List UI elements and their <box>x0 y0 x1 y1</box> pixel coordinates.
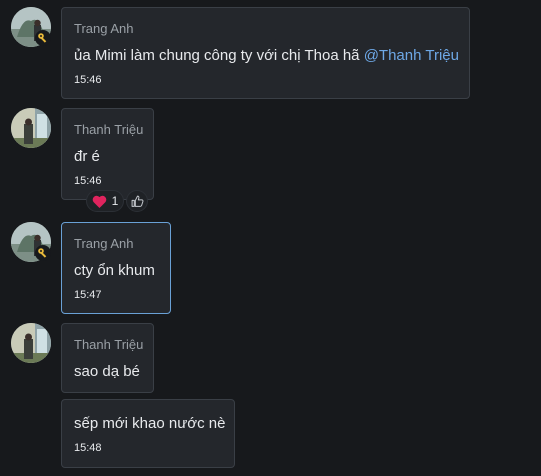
message-bubble[interactable]: sếp mới khao nước nè 15:48 <box>61 399 235 468</box>
chat-message-list: Trang Anh ủa Mimi làm chung công ty với … <box>0 0 541 476</box>
message-time: 15:46 <box>74 175 102 187</box>
avatar-thanh-trieu[interactable] <box>11 108 51 148</box>
message-bubble-selected[interactable]: Trang Anh cty ổn khum 15:47 <box>61 222 171 314</box>
sender-name[interactable]: Trang Anh <box>74 236 134 251</box>
sender-name[interactable]: Thanh Triệu <box>74 122 143 137</box>
key-badge-icon <box>35 245 51 261</box>
message-time: 15:48 <box>74 442 102 454</box>
message-text: ủa Mimi làm chung công ty với chị Thoa h… <box>74 47 459 64</box>
thumbs-up-icon <box>131 195 143 207</box>
sender-name[interactable]: Thanh Triệu <box>74 337 143 352</box>
key-badge-icon <box>35 30 51 46</box>
message-bubble[interactable]: Thanh Triệu đr é 15:46 <box>61 108 154 200</box>
reaction-count: 1 <box>111 194 119 208</box>
message-text: cty ổn khum <box>74 262 155 279</box>
mention-link[interactable]: @Thanh Triệu <box>364 47 459 64</box>
message-text: sao dạ bé <box>74 363 140 380</box>
message-text: đr é <box>74 148 100 165</box>
sender-name[interactable]: Trang Anh <box>74 21 134 36</box>
message-bubble[interactable]: Thanh Triệu sao dạ bé <box>61 323 154 393</box>
message-time: 15:46 <box>74 74 102 86</box>
reaction-heart[interactable]: 1 <box>86 190 124 212</box>
heart-icon <box>92 195 106 208</box>
add-reaction-button[interactable] <box>126 190 148 212</box>
message-bubble[interactable]: Trang Anh ủa Mimi làm chung công ty với … <box>61 7 470 99</box>
message-text: sếp mới khao nước nè <box>74 415 226 432</box>
message-time: 15:47 <box>74 289 102 301</box>
avatar-thanh-trieu[interactable] <box>11 323 51 363</box>
